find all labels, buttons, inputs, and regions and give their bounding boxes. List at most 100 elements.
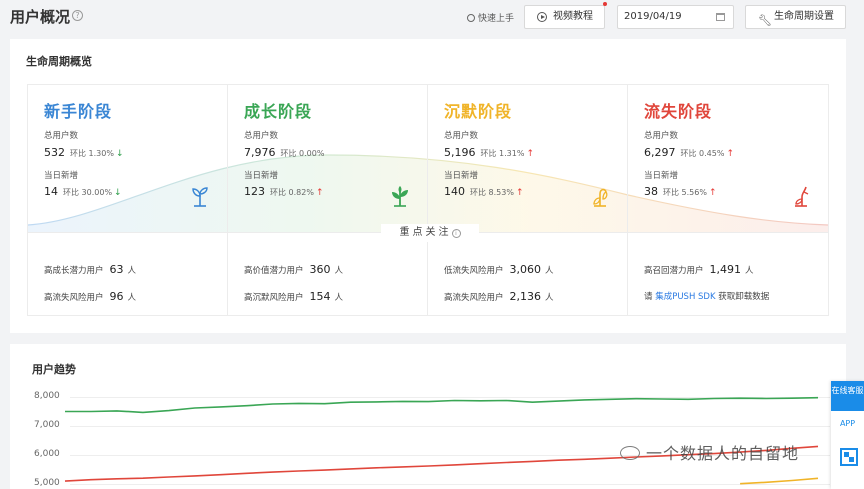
wilting-plant-icon [593,188,608,207]
series-line-2 [740,477,819,485]
total-users: 532 环比 1.30% ↓ [44,146,124,159]
lifecycle-settings-button[interactable]: 🔧︎ 生命周期设置 [745,5,846,29]
arrow-up-icon: ↑ [708,188,717,198]
push-sdk-link[interactable]: 集成PUSH SDK [655,292,715,302]
focus-label: 高流失风险用户 [44,293,104,303]
hint-suffix: 获取卸载数据 [715,292,770,302]
online-service-button[interactable]: 在线客服 [831,381,864,411]
total-ratio: 环比 1.31% [480,149,525,158]
focus-row[interactable]: 高召回潜力用户 1,491 人 [644,263,754,276]
total-users-label: 总用户数 [444,131,479,141]
new-users-value: 123 [244,185,265,198]
focus-title-text: 重点关注 [399,227,452,238]
stage-novice[interactable]: 新手阶段 总用户数 532 环比 1.30% ↓ 当日新增 14 环比 30.00% ↓ [28,85,228,232]
date-picker[interactable]: 2019/04/19 [617,5,734,29]
hint-prefix: 请 [644,292,656,302]
wrench-icon: 🔧︎ [758,14,772,27]
watermark-text: 一个数据人的自留地 [646,444,800,463]
focus-label: 高沉默风险用户 [244,293,304,303]
focus-unit: 人 [545,266,554,276]
new-users: 38 环比 5.56% ↑ [644,185,717,198]
trend-chart [64,396,819,485]
focus-label: 低流失风险用户 [444,266,504,276]
focus-row[interactable]: 高价值潜力用户 360 人 [244,263,343,276]
quick-start-link[interactable]: 快速上手 [467,11,514,24]
arrow-up-icon: ↑ [526,149,535,159]
notification-dot [603,2,607,6]
total-users-value: 6,297 [644,146,676,159]
new-users: 140 环比 8.53% ↑ [444,185,524,198]
total-ratio: 环比 0.00% [280,149,325,158]
new-users-value: 38 [644,185,658,198]
focus-value: 96 [109,290,124,303]
lifecycle-settings-label: 生命周期设置 [774,11,834,22]
date-value: 2019/04/19 [624,11,682,22]
total-ratio: 环比 1.30% [70,149,114,158]
focus-unit: 人 [127,293,137,303]
focus-unit: 人 [127,266,137,276]
focus-unit: 人 [545,293,554,303]
total-users-value: 532 [44,146,65,159]
stage-growth[interactable]: 成长阶段 总用户数 7,976 环比 0.00% 当日新增 123 环比 0.82%… [228,85,428,232]
arrow-up-icon: ↑ [726,149,735,159]
focus-value: 2,136 [509,290,542,303]
focus-cell-churn: 高召回潜力用户 1,491 人 请 集成PUSH SDK 获取卸载数据 [628,233,828,316]
new-ratio: 环比 5.56% [663,188,707,197]
focus-label: 高成长潜力用户 [44,266,104,276]
arrow-down-icon: ↓ [115,149,124,159]
new-users-label: 当日新增 [444,171,479,181]
plant-icon [392,186,408,207]
question-circle-icon[interactable]: ? [72,10,83,21]
focus-cell-novice: 高成长潜力用户 63 人 高流失风险用户 96 人 [28,233,228,316]
focus-cell-growth: 高价值潜力用户 360 人 高沉默风险用户 154 人 [228,233,428,316]
focus-cell-silent: 低流失风险用户 3,060 人 高流失风险用户 2,136 人 [428,233,628,316]
stage-name: 成长阶段 [244,102,313,121]
focus-unit: 人 [334,266,344,276]
focus-value: 154 [309,290,331,303]
focus-row[interactable]: 高流失风险用户 96 人 [44,290,136,303]
video-tutorial-label: 视频教程 [553,11,593,22]
page-title: 用户概况 [10,8,71,26]
info-icon[interactable]: i [451,229,461,238]
new-ratio: 环比 0.82% [270,188,314,197]
focus-value: 1,491 [709,263,742,276]
focus-value: 3,060 [509,263,542,276]
push-sdk-hint: 请 集成PUSH SDK 获取卸载数据 [644,290,769,302]
stages-panel: 高成长潜力用户 63 人 高流失风险用户 96 人 高价值潜力用户 360 人 高沉默风险用… [27,84,829,316]
stage-name: 流失阶段 [644,102,713,121]
stage-name: 沉默阶段 [444,102,513,121]
video-tutorial-button[interactable]: 视频教程 [524,5,605,29]
stage-churn[interactable]: 流失阶段 总用户数 6,297 环比 0.45% ↑ 当日新增 38 环比 5.56%… [628,85,828,232]
total-users: 6,297 环比 0.45% ↑ [644,146,734,159]
focus-row[interactable]: 高沉默风险用户 154 人 [244,290,343,303]
arrow-up-icon: ↑ [515,188,524,198]
new-users-value: 140 [444,185,465,198]
total-users-value: 7,976 [244,146,276,159]
total-users: 7,976 环比 0.00% [244,146,324,159]
play-circle-icon [537,12,547,22]
app-link[interactable]: APP [831,419,864,428]
focus-row[interactable]: 高流失风险用户 2,136 人 [444,290,554,303]
smile-icon [467,14,475,22]
dead-plant-icon [795,186,809,207]
quick-start-label: 快速上手 [478,14,515,24]
focus-title: 重点关注 i [381,224,479,242]
arrow-up-icon: ↑ [315,188,324,198]
new-ratio: 环比 8.53% [470,188,514,197]
focus-value: 360 [309,263,331,276]
qr-code-icon[interactable] [840,448,858,466]
overview-title: 生命周期概览 [26,55,92,68]
focus-row[interactable]: 高成长潜力用户 63 人 [44,263,136,276]
user-trend-card: 用户趋势 8,000 7,000 6,000 5,000 [10,344,846,489]
lifecycle-overview-card: 生命周期概览 高成长潜力用户 63 人 高流失风险用户 96 人 高价值潜力用户 360 人… [10,39,846,333]
total-users: 5,196 环比 1.31% ↑ [444,146,534,159]
total-users-value: 5,196 [444,146,476,159]
new-users: 14 环比 30.00% ↓ [44,185,122,198]
focus-row[interactable]: 低流失风险用户 3,060 人 [444,263,554,276]
new-ratio: 环比 30.00% [63,188,113,197]
sprout-icon [192,187,208,207]
focus-value: 63 [109,263,124,276]
stage-silent[interactable]: 沉默阶段 总用户数 5,196 环比 1.31% ↑ 当日新增 140 环比 8.53… [428,85,628,232]
wechat-icon [620,446,640,460]
new-users-value: 14 [44,185,58,198]
